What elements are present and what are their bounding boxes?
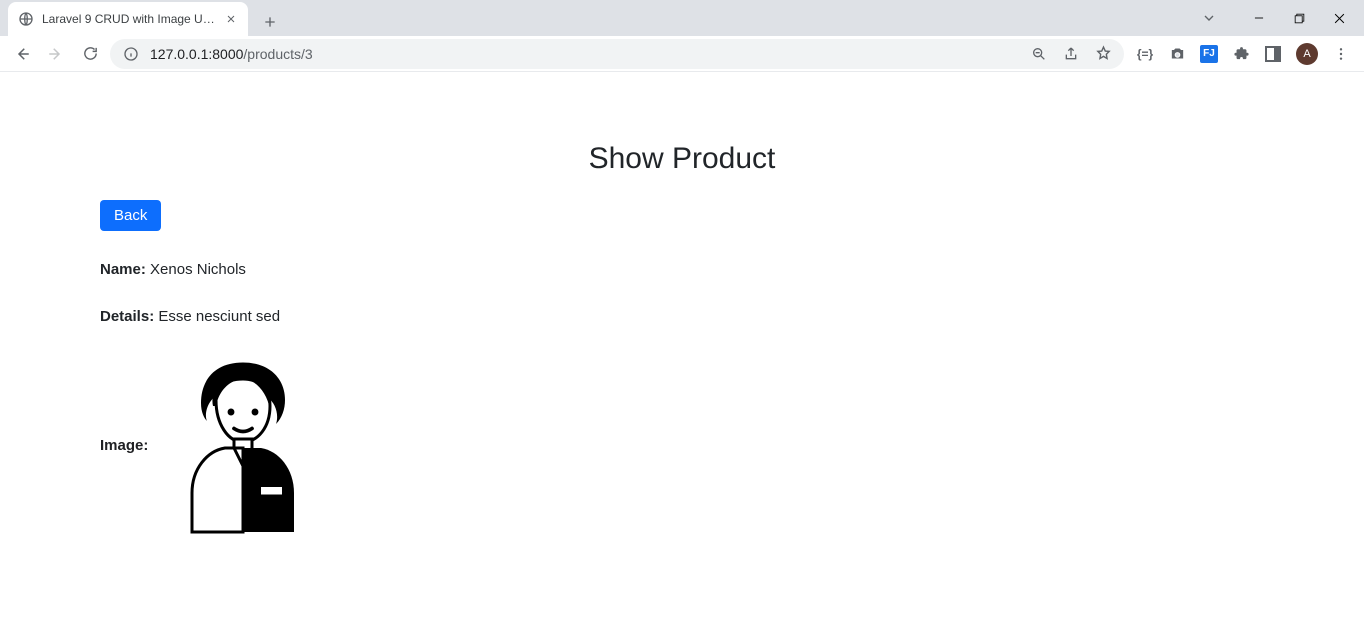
- name-label: Name:: [100, 261, 146, 278]
- minimize-button[interactable]: [1250, 9, 1268, 27]
- address-bar[interactable]: 127.0.0.1:8000/products/3: [110, 39, 1124, 69]
- toolbar-right: {=} FJ A: [1130, 43, 1356, 65]
- share-icon[interactable]: [1062, 45, 1080, 63]
- bookmark-star-icon[interactable]: [1094, 45, 1112, 63]
- extension-badge[interactable]: FJ: [1200, 45, 1218, 63]
- url-path: /products/3: [243, 46, 312, 62]
- close-tab-icon[interactable]: [224, 12, 238, 26]
- back-button[interactable]: Back: [100, 200, 161, 231]
- zoom-icon[interactable]: [1030, 45, 1048, 63]
- tab-strip: Laravel 9 CRUD with Image Uploa: [0, 0, 1364, 36]
- window-controls: [1200, 0, 1364, 36]
- chevron-down-icon[interactable]: [1200, 9, 1218, 27]
- kebab-menu-icon[interactable]: [1332, 45, 1350, 63]
- browser-toolbar: 127.0.0.1:8000/products/3 {=} FJ A: [0, 36, 1364, 72]
- name-value: Xenos Nichols: [150, 261, 246, 278]
- omnibox-actions: [1030, 45, 1112, 63]
- globe-icon: [18, 11, 34, 27]
- camera-icon[interactable]: [1168, 45, 1186, 63]
- maximize-button[interactable]: [1290, 9, 1308, 27]
- back-nav-button[interactable]: [8, 40, 36, 68]
- product-image: [168, 355, 318, 535]
- extensions-puzzle-icon[interactable]: [1232, 45, 1250, 63]
- url-host: 127.0.0.1:8000: [150, 46, 243, 62]
- page-content: Show Product Back Name: Xenos Nichols De…: [0, 72, 1364, 535]
- details-value: Esse nesciunt sed: [158, 308, 280, 325]
- image-label: Image:: [100, 437, 148, 454]
- profile-avatar[interactable]: A: [1296, 43, 1318, 65]
- browser-tab[interactable]: Laravel 9 CRUD with Image Uploa: [8, 2, 248, 36]
- forward-nav-button[interactable]: [42, 40, 70, 68]
- side-panel-icon[interactable]: [1264, 45, 1282, 63]
- url-text: 127.0.0.1:8000/products/3: [150, 46, 313, 62]
- info-icon[interactable]: [122, 45, 140, 63]
- reload-button[interactable]: [76, 40, 104, 68]
- page-heading: Show Product: [100, 142, 1264, 176]
- field-image: Image:: [100, 355, 1264, 535]
- details-label: Details:: [100, 308, 154, 325]
- brackets-icon[interactable]: {=}: [1136, 45, 1154, 63]
- new-tab-button[interactable]: [256, 8, 284, 36]
- field-name: Name: Xenos Nichols: [100, 261, 1264, 278]
- field-details: Details: Esse nesciunt sed: [100, 308, 1264, 325]
- close-window-button[interactable]: [1330, 9, 1348, 27]
- tab-title: Laravel 9 CRUD with Image Uploa: [42, 12, 216, 26]
